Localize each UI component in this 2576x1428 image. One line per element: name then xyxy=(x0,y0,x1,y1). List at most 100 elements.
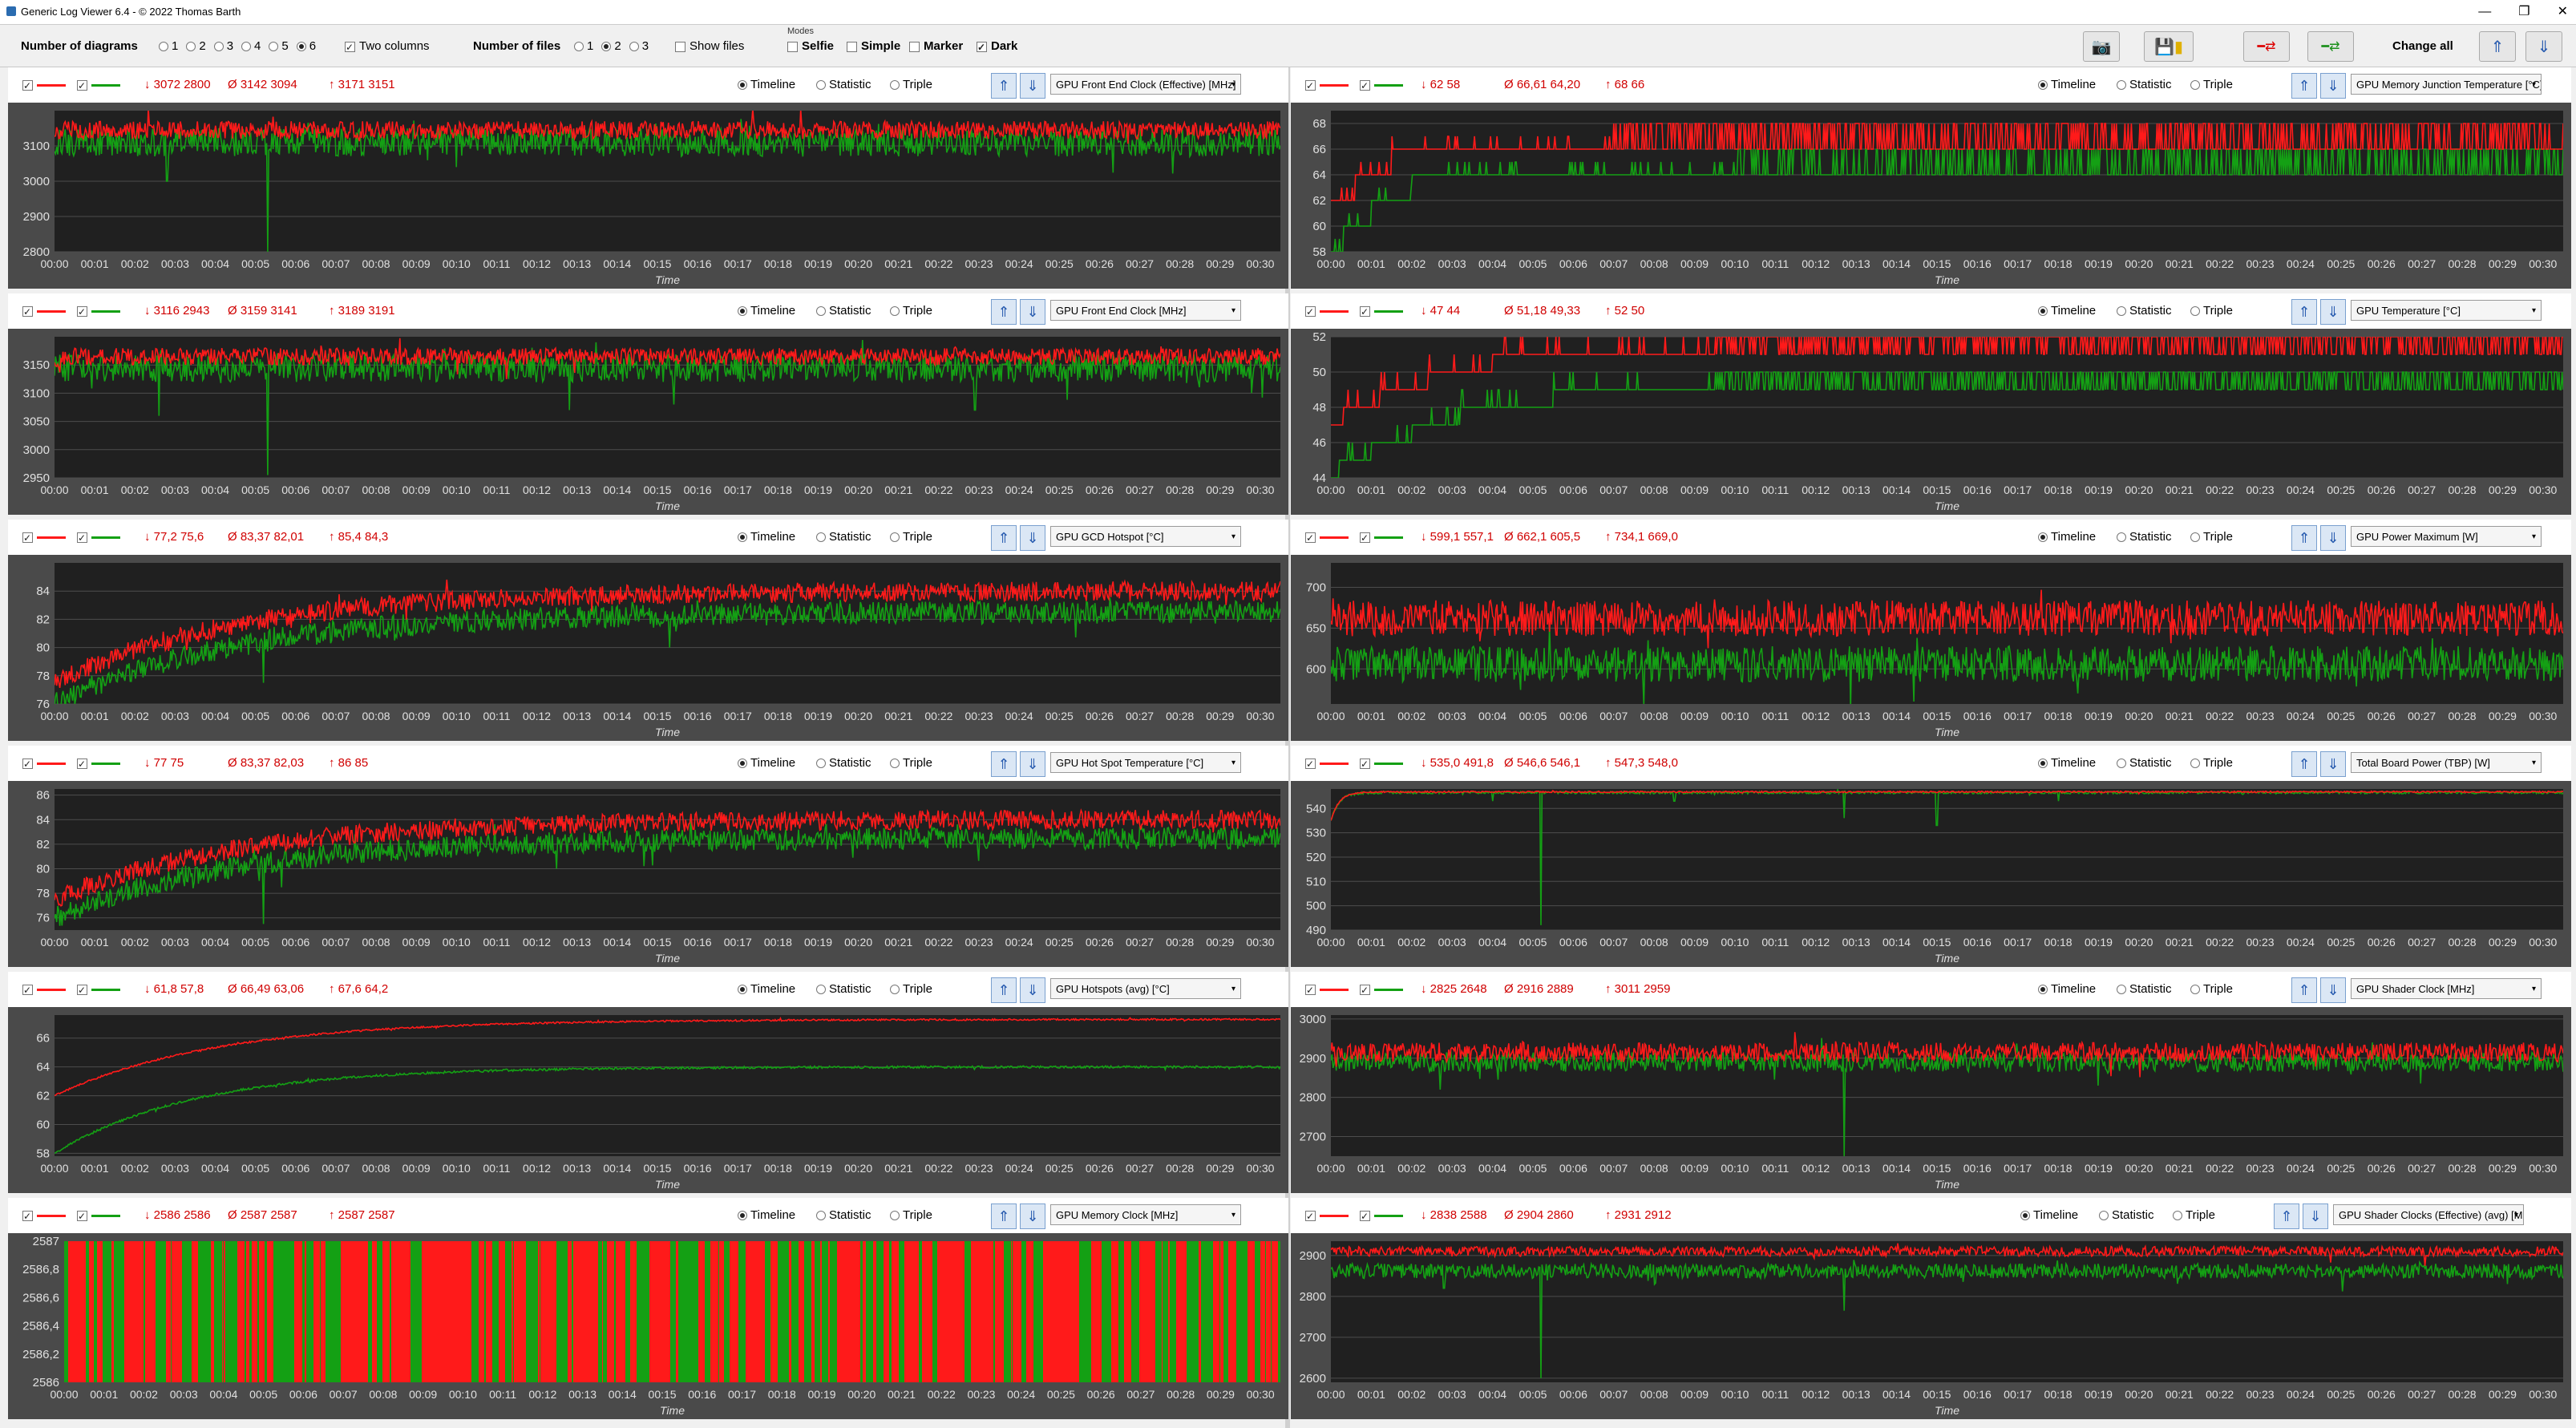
view-statistic-radio[interactable]: Statistic xyxy=(2091,1208,2154,1224)
sensor-select[interactable]: GPU Temperature [°C] ▾ xyxy=(2351,300,2542,321)
change-all-up-button[interactable]: ⇑ xyxy=(2479,31,2516,62)
move-down-button[interactable]: ⇓ xyxy=(2320,977,2346,1003)
series-toggle-green[interactable] xyxy=(1360,77,1403,94)
view-statistic-radio[interactable]: Statistic xyxy=(808,1208,871,1224)
view-triple-radio[interactable]: Triple xyxy=(882,1208,932,1224)
view-statistic-radio[interactable]: Statistic xyxy=(808,303,871,319)
view-statistic-radio[interactable]: Statistic xyxy=(2109,77,2172,93)
move-down-button[interactable]: ⇓ xyxy=(1020,1203,1045,1229)
close-button[interactable]: ✕ xyxy=(2558,0,2568,24)
view-triple-radio[interactable]: Triple xyxy=(2182,529,2233,545)
mode-selfie-checkbox[interactable]: Selfie xyxy=(787,38,834,55)
view-statistic-radio[interactable]: Statistic xyxy=(808,981,871,997)
sensor-select[interactable]: GPU Memory Junction Temperature [°C] ▾ xyxy=(2351,74,2542,95)
series-toggle-red[interactable] xyxy=(22,529,66,546)
series-toggle-red[interactable] xyxy=(22,303,66,320)
move-down-button[interactable]: ⇓ xyxy=(2320,751,2346,777)
view-timeline-radio[interactable]: Timeline xyxy=(2030,77,2096,93)
view-triple-radio[interactable]: Triple xyxy=(2165,1208,2215,1224)
sensor-select[interactable]: GPU Memory Clock [MHz] ▾ xyxy=(1050,1204,1241,1225)
series-toggle-green[interactable] xyxy=(1360,529,1403,546)
view-statistic-radio[interactable]: Statistic xyxy=(2109,303,2172,319)
view-timeline-radio[interactable]: Timeline xyxy=(730,303,795,319)
series-toggle-green[interactable] xyxy=(77,981,120,998)
series-toggle-red[interactable] xyxy=(1305,755,1349,772)
view-timeline-radio[interactable]: Timeline xyxy=(730,77,795,93)
move-up-button[interactable]: ⇑ xyxy=(991,525,1017,551)
view-triple-radio[interactable]: Triple xyxy=(2182,303,2233,319)
sensor-select[interactable]: GPU Front End Clock (Effective) [MHz] ▾ xyxy=(1050,74,1241,95)
move-down-button[interactable]: ⇓ xyxy=(2320,299,2346,325)
swap-green-button[interactable]: ━⇄ xyxy=(2307,31,2354,62)
sensor-select[interactable]: GPU Hot Spot Temperature [°C] ▾ xyxy=(1050,752,1241,773)
view-triple-radio[interactable]: Triple xyxy=(2182,755,2233,771)
view-triple-radio[interactable]: Triple xyxy=(882,981,932,997)
series-toggle-red[interactable] xyxy=(22,77,66,94)
sensor-select[interactable]: Total Board Power (TBP) [W] ▾ xyxy=(2351,752,2542,773)
num-diagrams-radio-2[interactable]: 2 xyxy=(178,38,206,55)
view-timeline-radio[interactable]: Timeline xyxy=(2012,1208,2078,1224)
view-statistic-radio[interactable]: Statistic xyxy=(808,755,871,771)
move-up-button[interactable]: ⇑ xyxy=(2291,299,2317,325)
view-triple-radio[interactable]: Triple xyxy=(2182,981,2233,997)
sensor-select[interactable]: GPU GCD Hotspot [°C] ▾ xyxy=(1050,526,1241,547)
view-timeline-radio[interactable]: Timeline xyxy=(2030,755,2096,771)
move-down-button[interactable]: ⇓ xyxy=(2303,1203,2328,1229)
view-timeline-radio[interactable]: Timeline xyxy=(730,529,795,545)
series-toggle-green[interactable] xyxy=(1360,303,1403,320)
series-toggle-green[interactable] xyxy=(77,77,120,94)
mode-simple-checkbox[interactable]: Simple xyxy=(847,38,900,55)
num-diagrams-radio-3[interactable]: 3 xyxy=(206,38,233,55)
view-statistic-radio[interactable]: Statistic xyxy=(808,77,871,93)
series-toggle-green[interactable] xyxy=(77,1208,120,1224)
move-up-button[interactable]: ⇑ xyxy=(2291,525,2317,551)
mode-marker-checkbox[interactable]: Marker xyxy=(909,38,963,55)
restore-button[interactable]: ❐ xyxy=(2518,0,2529,24)
series-toggle-green[interactable] xyxy=(77,755,120,772)
sensor-select[interactable]: GPU Hotspots (avg) [°C] ▾ xyxy=(1050,978,1241,999)
move-up-button[interactable]: ⇑ xyxy=(2291,73,2317,99)
move-down-button[interactable]: ⇓ xyxy=(1020,751,1045,777)
move-up-button[interactable]: ⇑ xyxy=(991,751,1017,777)
view-timeline-radio[interactable]: Timeline xyxy=(730,1208,795,1224)
sensor-select[interactable]: GPU Shader Clock [MHz] ▾ xyxy=(2351,978,2542,999)
sensor-select[interactable]: GPU Shader Clocks (Effective) (avg) [MHz… xyxy=(2333,1204,2524,1225)
two-columns-checkbox[interactable]: Two columns xyxy=(345,38,430,55)
view-timeline-radio[interactable]: Timeline xyxy=(2030,981,2096,997)
series-toggle-red[interactable] xyxy=(22,755,66,772)
series-toggle-green[interactable] xyxy=(1360,755,1403,772)
sensor-select[interactable]: GPU Power Maximum [W] ▾ xyxy=(2351,526,2542,547)
move-down-button[interactable]: ⇓ xyxy=(1020,977,1045,1003)
series-toggle-red[interactable] xyxy=(1305,303,1349,320)
move-down-button[interactable]: ⇓ xyxy=(2320,525,2346,551)
minimize-button[interactable]: — xyxy=(2478,0,2491,24)
move-up-button[interactable]: ⇑ xyxy=(991,977,1017,1003)
sensor-select[interactable]: GPU Front End Clock [MHz] ▾ xyxy=(1050,300,1241,321)
move-up-button[interactable]: ⇑ xyxy=(991,1203,1017,1229)
move-down-button[interactable]: ⇓ xyxy=(2320,73,2346,99)
move-up-button[interactable]: ⇑ xyxy=(991,73,1017,99)
view-triple-radio[interactable]: Triple xyxy=(882,755,932,771)
move-down-button[interactable]: ⇓ xyxy=(1020,73,1045,99)
series-toggle-red[interactable] xyxy=(1305,1208,1349,1224)
view-triple-radio[interactable]: Triple xyxy=(882,77,932,93)
view-timeline-radio[interactable]: Timeline xyxy=(2030,529,2096,545)
num-diagrams-radio-6[interactable]: 6 xyxy=(289,38,316,55)
series-toggle-red[interactable] xyxy=(1305,77,1349,94)
move-down-button[interactable]: ⇓ xyxy=(1020,299,1045,325)
series-toggle-red[interactable] xyxy=(22,1208,66,1224)
num-files-radio-1[interactable]: 1 xyxy=(566,38,593,55)
view-statistic-radio[interactable]: Statistic xyxy=(2109,755,2172,771)
mode-dark-checkbox[interactable]: Dark xyxy=(977,38,1017,55)
move-up-button[interactable]: ⇑ xyxy=(2274,1203,2299,1229)
change-all-down-button[interactable]: ⇓ xyxy=(2525,31,2562,62)
move-up-button[interactable]: ⇑ xyxy=(991,299,1017,325)
view-triple-radio[interactable]: Triple xyxy=(882,303,932,319)
series-toggle-red[interactable] xyxy=(22,981,66,998)
series-toggle-red[interactable] xyxy=(1305,981,1349,998)
view-timeline-radio[interactable]: Timeline xyxy=(730,981,795,997)
num-diagrams-radio-5[interactable]: 5 xyxy=(261,38,289,55)
view-timeline-radio[interactable]: Timeline xyxy=(730,755,795,771)
save-button[interactable]: 💾 ▮ xyxy=(2144,31,2194,62)
series-toggle-red[interactable] xyxy=(1305,529,1349,546)
